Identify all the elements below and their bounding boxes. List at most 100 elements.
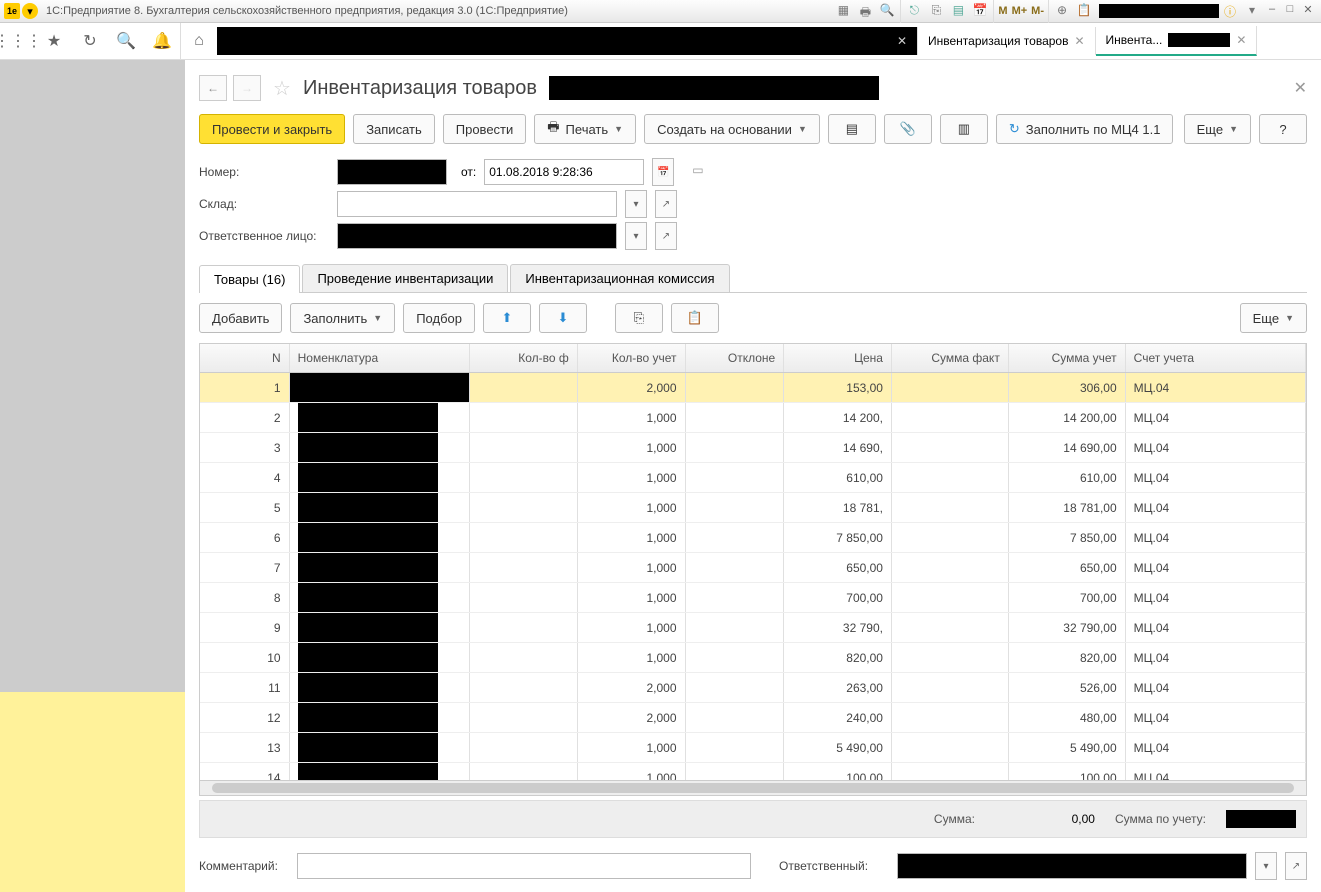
cell-nomenclature[interactable]: [290, 523, 470, 552]
warehouse-dropdown-icon[interactable]: ▾: [625, 190, 647, 218]
col-qty-account[interactable]: Кол-во учет: [578, 344, 686, 372]
cell-nomenclature[interactable]: [290, 463, 470, 492]
cell-qty-fact[interactable]: [470, 703, 578, 732]
cell-nomenclature[interactable]: [290, 373, 470, 402]
cell-sum-account[interactable]: 5 490,00: [1009, 733, 1126, 762]
table-row[interactable]: 41,000610,00610,00МЦ.04: [200, 463, 1306, 493]
select-button[interactable]: Подбор: [403, 303, 475, 333]
col-qty-fact[interactable]: Кол-во ф: [470, 344, 578, 372]
col-price[interactable]: Цена: [784, 344, 892, 372]
favorite-star-icon[interactable]: ★: [40, 27, 68, 55]
cell-sum-account[interactable]: 700,00: [1009, 583, 1126, 612]
cell-sum-fact[interactable]: [892, 613, 1009, 642]
info-caret-icon[interactable]: ▾: [1243, 3, 1261, 19]
cell-price[interactable]: 5 490,00: [784, 733, 892, 762]
bottom-responsible-open-icon[interactable]: ↗: [1285, 852, 1307, 880]
table-row[interactable]: 12,000153,00306,00МЦ.04: [200, 373, 1306, 403]
cell-qty-account[interactable]: 2,000: [578, 373, 686, 402]
table-row[interactable]: 81,000700,00700,00МЦ.04: [200, 583, 1306, 613]
cell-deviation[interactable]: [686, 553, 785, 582]
tool-icon-1[interactable]: ▦: [834, 3, 852, 19]
cell-sum-account[interactable]: 526,00: [1009, 673, 1126, 702]
cell-n[interactable]: 11: [200, 673, 290, 702]
cell-n[interactable]: 4: [200, 463, 290, 492]
cell-qty-fact[interactable]: [470, 463, 578, 492]
cell-account[interactable]: МЦ.04: [1126, 373, 1306, 402]
cell-n[interactable]: 8: [200, 583, 290, 612]
table-row[interactable]: 21,00014 200,14 200,00МЦ.04: [200, 403, 1306, 433]
cell-account[interactable]: МЦ.04: [1126, 433, 1306, 462]
fill-mc4-button[interactable]: ↻Заполнить по МЦ4 1.1: [996, 114, 1174, 144]
more-button[interactable]: Еще▼: [1184, 114, 1251, 144]
warehouse-open-icon[interactable]: ↗: [655, 190, 677, 218]
date-picker-icon[interactable]: 📅: [652, 158, 674, 186]
table-row[interactable]: 101,000820,00820,00МЦ.04: [200, 643, 1306, 673]
cell-sum-account[interactable]: 480,00: [1009, 703, 1126, 732]
table-more-button[interactable]: Еще▼: [1240, 303, 1307, 333]
cell-sum-fact[interactable]: [892, 553, 1009, 582]
cell-nomenclature[interactable]: [290, 613, 470, 642]
cell-deviation[interactable]: [686, 673, 785, 702]
table-row[interactable]: 122,000240,00480,00МЦ.04: [200, 703, 1306, 733]
table-row[interactable]: 61,0007 850,007 850,00МЦ.04: [200, 523, 1306, 553]
maximize-button[interactable]: □: [1282, 3, 1298, 19]
close-page-button[interactable]: ✕: [1294, 78, 1307, 98]
minimize-button[interactable]: –: [1264, 3, 1280, 19]
cell-n[interactable]: 14: [200, 763, 290, 780]
cell-account[interactable]: МЦ.04: [1126, 643, 1306, 672]
cell-deviation[interactable]: [686, 433, 785, 462]
move-up-icon[interactable]: ⬆: [483, 303, 531, 333]
nav-back-button[interactable]: ←: [199, 75, 227, 101]
cell-sum-account[interactable]: 18 781,00: [1009, 493, 1126, 522]
calendar-icon[interactable]: 📅: [971, 3, 989, 19]
warehouse-input[interactable]: [337, 191, 617, 217]
col-n[interactable]: N: [200, 344, 290, 372]
cell-sum-account[interactable]: 650,00: [1009, 553, 1126, 582]
cell-qty-account[interactable]: 1,000: [578, 733, 686, 762]
bottom-responsible-input[interactable]: [897, 853, 1247, 879]
cell-qty-account[interactable]: 1,000: [578, 463, 686, 492]
apps-grid-icon[interactable]: ⋮⋮⋮: [4, 27, 32, 55]
cell-sum-fact[interactable]: [892, 643, 1009, 672]
cell-account[interactable]: МЦ.04: [1126, 493, 1306, 522]
attach-icon[interactable]: 📎: [884, 114, 932, 144]
table-row[interactable]: 71,000650,00650,00МЦ.04: [200, 553, 1306, 583]
cell-sum-account[interactable]: 32 790,00: [1009, 613, 1126, 642]
cell-qty-fact[interactable]: [470, 493, 578, 522]
cell-price[interactable]: 610,00: [784, 463, 892, 492]
cell-qty-account[interactable]: 1,000: [578, 553, 686, 582]
cell-account[interactable]: МЦ.04: [1126, 553, 1306, 582]
cell-n[interactable]: 6: [200, 523, 290, 552]
cell-price[interactable]: 7 850,00: [784, 523, 892, 552]
cell-qty-account[interactable]: 1,000: [578, 613, 686, 642]
cell-deviation[interactable]: [686, 493, 785, 522]
cell-n[interactable]: 10: [200, 643, 290, 672]
paste-rows-icon[interactable]: 📋: [671, 303, 719, 333]
tab-commission[interactable]: Инвентаризационная комиссия: [510, 264, 729, 292]
comment-input[interactable]: [297, 853, 751, 879]
cell-price[interactable]: 100,00: [784, 763, 892, 780]
col-sum-account[interactable]: Сумма учет: [1009, 344, 1126, 372]
memory-m-plus[interactable]: M+: [1012, 5, 1028, 17]
create-based-button[interactable]: Создать на основании▼: [644, 114, 820, 144]
tab-goods[interactable]: Товары (16): [199, 265, 300, 293]
search-tool-icon[interactable]: 🔍: [112, 27, 140, 55]
cell-n[interactable]: 5: [200, 493, 290, 522]
cell-qty-fact[interactable]: [470, 373, 578, 402]
col-account[interactable]: Счет учета: [1126, 344, 1306, 372]
favorite-icon[interactable]: ☆: [273, 76, 291, 101]
cell-price[interactable]: 700,00: [784, 583, 892, 612]
cell-qty-account[interactable]: 1,000: [578, 433, 686, 462]
cell-sum-fact[interactable]: [892, 373, 1009, 402]
cell-qty-fact[interactable]: [470, 733, 578, 762]
number-input[interactable]: [337, 159, 447, 185]
cell-qty-account[interactable]: 1,000: [578, 403, 686, 432]
nav-forward-button[interactable]: →: [233, 75, 261, 101]
help-button[interactable]: ?: [1259, 114, 1307, 144]
move-down-icon[interactable]: ⬇: [539, 303, 587, 333]
cell-nomenclature[interactable]: [290, 553, 470, 582]
cell-account[interactable]: МЦ.04: [1126, 733, 1306, 762]
col-sum-fact[interactable]: Сумма факт: [892, 344, 1009, 372]
cell-account[interactable]: МЦ.04: [1126, 763, 1306, 780]
cell-sum-account[interactable]: 306,00: [1009, 373, 1126, 402]
